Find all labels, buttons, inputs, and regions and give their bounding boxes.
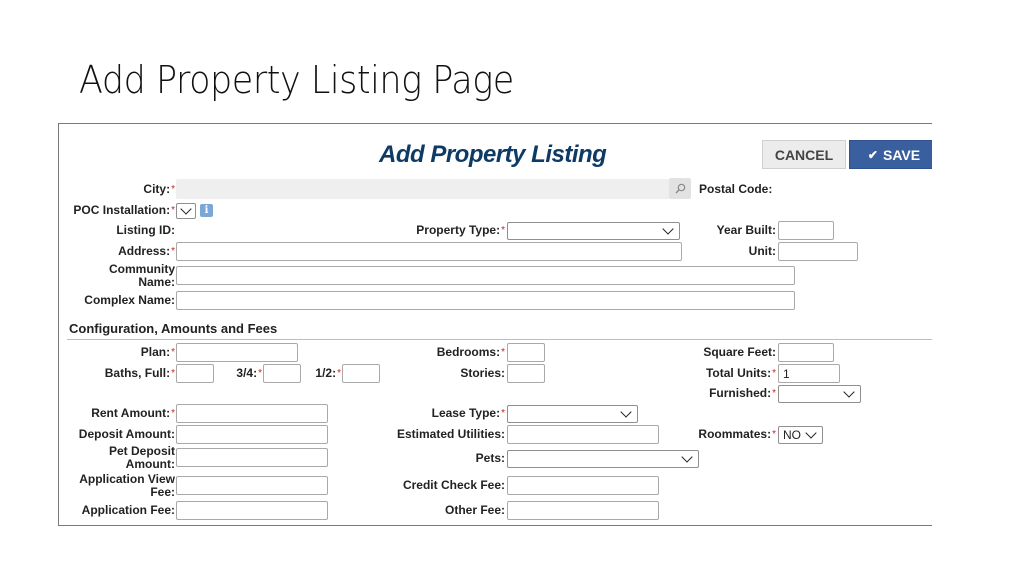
city-label: City:*: [143, 182, 175, 196]
chevron-down-icon: [843, 386, 855, 398]
chevron-down-icon: [662, 223, 674, 235]
section-title: Configuration, Amounts and Fees: [69, 321, 278, 336]
listing-id-label: Listing ID:: [116, 223, 175, 237]
baths-full-label: Baths, Full:*: [104, 366, 175, 380]
community-name-input[interactable]: [176, 266, 795, 285]
stories-input[interactable]: [507, 364, 545, 383]
credit-check-fee-label: Credit Check Fee:: [402, 478, 505, 492]
poc-installation-select[interactable]: [176, 203, 196, 219]
bedrooms-input[interactable]: [507, 343, 545, 362]
poc-installation-label: POC Installation:*: [73, 203, 175, 217]
roommates-select[interactable]: NO: [778, 426, 823, 444]
complex-name-input[interactable]: [176, 291, 795, 310]
save-label: SAVE: [882, 146, 921, 163]
lease-type-select[interactable]: [507, 405, 638, 423]
baths-three-quarter-input[interactable]: [263, 364, 301, 383]
square-feet-label: Square Feet:: [703, 345, 776, 359]
furnished-label: Furnished:*: [709, 386, 776, 400]
baths-full-input[interactable]: [176, 364, 214, 383]
property-type-label: Property Type:*: [416, 223, 505, 237]
application-view-fee-input[interactable]: [176, 476, 328, 495]
chevron-down-icon: [805, 427, 817, 439]
address-label: Address:*: [118, 244, 175, 258]
city-input[interactable]: [176, 179, 670, 199]
chevron-down-icon: [681, 451, 693, 463]
info-icon[interactable]: i: [200, 204, 213, 217]
unit-label: Unit:: [748, 244, 776, 258]
year-built-label: Year Built:: [716, 223, 776, 237]
unit-input[interactable]: [778, 242, 858, 261]
application-fee-input[interactable]: [176, 501, 328, 520]
estimated-utilities-input[interactable]: [507, 425, 659, 444]
plan-label: Plan:*: [140, 345, 175, 359]
credit-check-fee-input[interactable]: [507, 476, 659, 495]
application-view-fee-label: Application View Fee:: [79, 472, 175, 499]
chevron-down-icon: [620, 406, 632, 418]
other-fee-input[interactable]: [507, 501, 659, 520]
community-name-label: Community Name:: [109, 262, 175, 289]
deposit-amount-input[interactable]: [176, 425, 328, 444]
chevron-down-icon: [180, 203, 192, 215]
estimated-utilities-label: Estimated Utilities:: [396, 427, 505, 441]
roommates-label: Roommates:*: [698, 427, 776, 441]
furnished-select[interactable]: [778, 385, 861, 403]
add-property-listing-form: Add Property Listing CANCEL ✔ SAVE City:*…: [58, 123, 932, 526]
postal-code-label: Postal Code:: [699, 182, 773, 196]
baths-three-quarter-label: 3/4:*: [236, 366, 262, 380]
total-units-label: Total Units:*: [705, 366, 776, 380]
application-fee-label: Application Fee:: [81, 503, 175, 517]
lease-type-label: Lease Type:*: [431, 406, 505, 420]
complex-name-label: Complex Name:: [84, 293, 175, 307]
pet-deposit-input[interactable]: [176, 448, 328, 467]
rent-amount-input[interactable]: [176, 404, 328, 423]
deposit-amount-label: Deposit Amount:: [78, 427, 175, 441]
baths-half-input[interactable]: [342, 364, 380, 383]
year-built-input[interactable]: [778, 221, 834, 240]
cancel-button[interactable]: CANCEL: [762, 140, 846, 169]
check-icon: ✔: [867, 147, 878, 162]
total-units-input[interactable]: [778, 364, 840, 383]
pet-deposit-label: Pet Deposit Amount:: [108, 444, 175, 471]
search-icon: [675, 183, 685, 194]
bedrooms-label: Bedrooms:*: [436, 345, 505, 359]
slide-title: Add Property Listing Page: [79, 58, 514, 102]
square-feet-input[interactable]: [778, 343, 834, 362]
section-divider: [67, 339, 932, 340]
property-type-select[interactable]: [507, 222, 680, 240]
form-title: Add Property Listing: [379, 141, 607, 168]
plan-input[interactable]: [176, 343, 298, 362]
pets-select[interactable]: [507, 450, 699, 468]
address-input[interactable]: [176, 242, 682, 261]
cancel-label: CANCEL: [774, 146, 834, 163]
stories-label: Stories:: [460, 366, 505, 380]
city-search-button[interactable]: [669, 178, 691, 199]
rent-amount-label: Rent Amount:*: [91, 406, 175, 420]
other-fee-label: Other Fee:: [444, 503, 505, 517]
pets-label: Pets:: [475, 451, 505, 465]
baths-half-label: 1/2:*: [315, 366, 341, 380]
save-button[interactable]: ✔ SAVE: [849, 140, 932, 169]
